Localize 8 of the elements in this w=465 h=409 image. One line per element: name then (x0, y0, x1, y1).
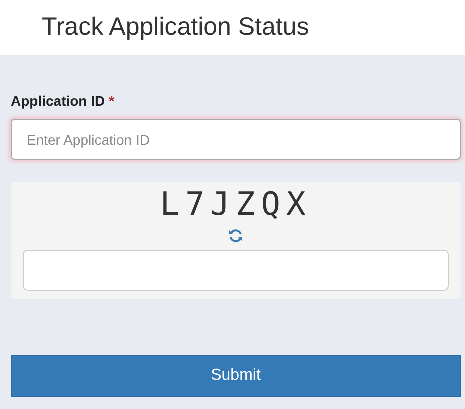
captcha-field[interactable] (23, 250, 449, 291)
required-mark: * (109, 93, 115, 109)
field-label: Application ID (11, 93, 106, 109)
page-title: Track Application Status (42, 13, 310, 42)
submit-button[interactable]: Submit (11, 355, 461, 397)
application-id-field[interactable]: Enter Application ID (11, 119, 461, 160)
captcha-code: L7JZQX (160, 188, 312, 220)
refresh-icon[interactable] (228, 228, 244, 244)
